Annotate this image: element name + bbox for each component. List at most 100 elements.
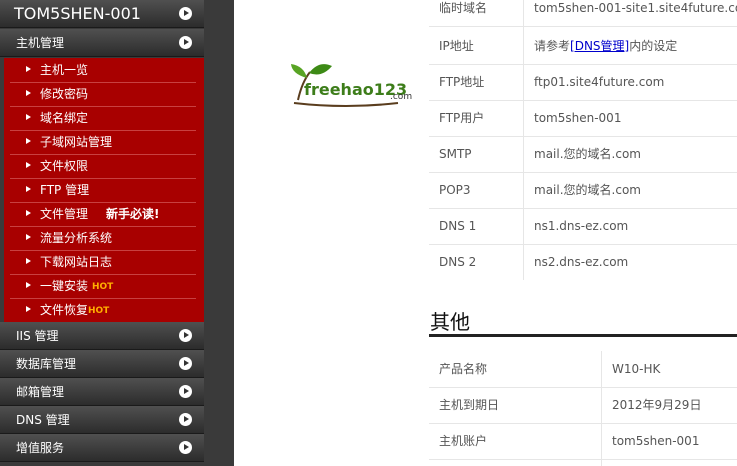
table-row: 临时域名 tom5shen-001-site1.site4future.com [429,0,737,27]
arrow-circle-icon [179,385,192,398]
row-value: 2012年9月29日 [612,398,702,412]
hot-badge: HOT [92,282,114,292]
menu-item-file-restore[interactable]: 文件恢复 HOT [10,298,196,322]
menu-item-label: 下载网站日志 [40,255,113,269]
hot-badge: HOT [88,306,110,316]
account-info-table: 临时域名 tom5shen-001-site1.site4future.com … [429,0,737,280]
menu-item-label: 文件恢复 [40,303,89,317]
host-management-menu: 主机一览 修改密码 域名绑定 子域网站管理 文件权限 FTP 管理 文件管理 新… [4,58,204,322]
row-key: DNS 1 [439,219,477,233]
row-value: W10-HK [612,362,661,376]
menu-item-domain-binding[interactable]: 域名绑定 [10,106,196,131]
row-value: ns1.dns-ez.com [534,219,629,233]
table-row: DNS 1 ns1.dns-ez.com [429,208,737,245]
dns-management-link[interactable]: [DNS管理] [570,39,629,53]
table-row: POP3 mail.您的域名.com [429,172,737,209]
triangle-right-icon [26,114,31,120]
table-row: SMTP mail.您的域名.com [429,136,737,173]
other-section-title: 其他 [430,310,470,334]
table-row: FTP地址 ftp01.site4future.com [429,64,737,101]
row-value: tom5shen-001 [534,111,622,125]
row-value: mail.您的域名.com [534,147,641,161]
menu-item-label: 流量分析系统 [40,231,113,245]
menu-item-one-click-install[interactable]: 一键安装 HOT [10,274,196,299]
site-name-header[interactable]: TOM5SHEN-001 [0,0,204,28]
triangle-right-icon [26,210,31,216]
menu-item-subdomain-sites[interactable]: 子域网站管理 [10,130,196,155]
section-iis-management[interactable]: IIS 管理 [0,322,204,350]
menu-item-ftp-management[interactable]: FTP 管理 [10,178,196,203]
row-key: POP3 [439,183,471,197]
table-row: FTP用户 tom5shen-001 [429,100,737,137]
section-database-management[interactable]: 数据库管理 [0,350,204,378]
menu-item-label: 主机一览 [40,63,89,77]
section-dns-management[interactable]: DNS 管理 [0,406,204,434]
triangle-right-icon [26,306,31,312]
table-row: 主机到期日 2012年9月29日 [429,387,737,424]
row-value: ns2.dns-ez.com [534,255,629,269]
menu-item-label: 文件权限 [40,159,89,173]
row-key: SMTP [439,147,472,161]
row-value: tom5shen-001 [612,434,700,448]
section-label: IIS 管理 [16,329,59,343]
row-value: mail.您的域名.com [534,183,641,197]
arrow-circle-icon [179,7,192,20]
menu-item-label: FTP 管理 [40,183,90,197]
section-label: 数据库管理 [16,357,77,371]
arrow-circle-icon [179,329,192,342]
site-name: TOM5SHEN-001 [14,4,141,23]
value-suffix: 内的设定 [629,39,678,53]
other-info-table: 产品名称 W10-HK 主机到期日 2012年9月29日 主机账户 tom5sh… [429,351,737,466]
row-value: ftp01.site4future.com [534,75,665,89]
row-key: IP地址 [439,39,474,53]
arrow-circle-icon [179,441,192,454]
menu-item-label: 子域网站管理 [40,135,113,149]
row-key: FTP用户 [439,111,485,125]
row-key: DNS 2 [439,255,477,269]
menu-item-label: 文件管理 [40,207,89,221]
menu-item-label: 修改密码 [40,87,89,101]
menu-item-download-logs[interactable]: 下载网站日志 [10,250,196,275]
menu-item-label: 一键安装 [40,279,89,293]
logo-suffix: .com [390,92,413,102]
value-prefix: 请参考 [534,39,571,53]
section-label: DNS 管理 [16,413,70,427]
menu-item-file-management[interactable]: 文件管理 新手必读! [10,202,196,227]
section-host-management[interactable]: 主机管理 [0,29,204,57]
arrow-circle-icon [179,413,192,426]
row-value: 请参考[DNS管理]内的设定 [534,28,677,64]
menu-item-host-overview[interactable]: 主机一览 [10,58,196,83]
menu-item-traffic-analysis[interactable]: 流量分析系统 [10,226,196,251]
triangle-right-icon [26,138,31,144]
freehao123-logo: freehao123 .com [286,60,416,110]
sidebar-gutter [204,0,234,466]
section-label: 主机管理 [16,36,65,50]
section-label: 增值服务 [16,441,65,455]
triangle-right-icon [26,162,31,168]
menu-item-label: 域名绑定 [40,111,89,125]
table-row: 产品名称 W10-HK [429,351,737,388]
row-value: tom5shen-001-site1.site4future.com [534,1,737,15]
row-key: 主机到期日 [439,398,500,412]
table-row: 主机账户 tom5shen-001 [429,423,737,460]
menu-item-change-password[interactable]: 修改密码 [10,82,196,107]
row-key: 临时域名 [439,1,488,15]
sidebar: TOM5SHEN-001 主机管理 主机一览 修改密码 域名绑定 子域网站管理 … [0,0,204,466]
triangle-right-icon [26,234,31,240]
row-key: 主机账户 [439,434,488,448]
section-mailbox-management[interactable]: 邮箱管理 [0,378,204,406]
beginner-note[interactable]: 新手必读! [106,202,159,226]
arrow-circle-icon [179,357,192,370]
section-divider [429,334,737,337]
triangle-right-icon [26,90,31,96]
triangle-right-icon [26,258,31,264]
section-value-added-services[interactable]: 增值服务 [0,434,204,462]
table-row: IP地址 请参考[DNS管理]内的设定 [429,28,737,65]
triangle-right-icon [26,186,31,192]
row-key: FTP地址 [439,75,485,89]
menu-item-file-permissions[interactable]: 文件权限 [10,154,196,179]
row-key: 产品名称 [439,362,488,376]
arrow-circle-icon [179,36,192,49]
table-row: DNS 2 ns2.dns-ez.com [429,244,737,280]
triangle-right-icon [26,282,31,288]
